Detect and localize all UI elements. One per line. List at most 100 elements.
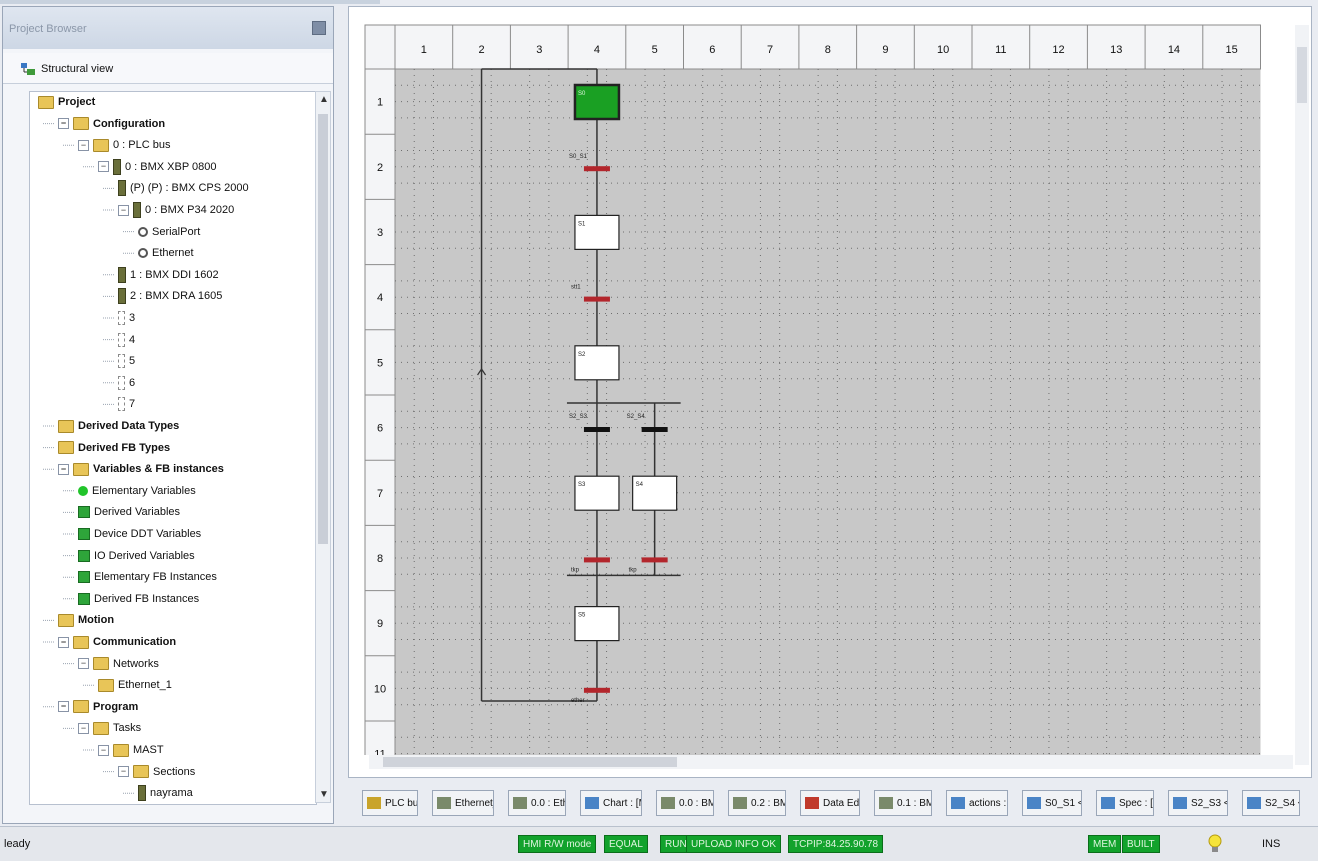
column-header: 15 — [1226, 44, 1238, 56]
tree-node[interactable]: 3 — [118, 308, 135, 328]
sfc-transition — [583, 427, 610, 432]
tree-node[interactable]: Motion — [58, 610, 114, 630]
slot-icon — [118, 375, 125, 390]
tree-node-label: 1 : BMX DDI 1602 — [130, 268, 219, 281]
editor-tab[interactable]: Data Ed... — [800, 790, 860, 816]
tree-node[interactable]: Elementary FB Instances — [78, 567, 217, 587]
vertical-scroll-thumb[interactable] — [1297, 47, 1307, 103]
column-header: 9 — [882, 44, 888, 56]
editor-tab[interactable]: Ethernet_1 — [432, 790, 494, 816]
tree-node[interactable]: − 0 : BMX P34 2020 — [118, 200, 234, 220]
chart-icon — [1027, 797, 1041, 809]
tree-node[interactable]: Elementary Variables — [78, 481, 196, 501]
tree-node[interactable]: SerialPort — [138, 222, 200, 242]
tree-node[interactable]: Ethernet — [138, 243, 194, 263]
tree-node[interactable]: Derived FB Instances — [78, 589, 199, 609]
tree-node-label: MAST — [133, 744, 164, 756]
scroll-up-icon[interactable]: ▲ — [319, 94, 329, 105]
folder-icon — [113, 743, 129, 757]
transition-label: S2_S3 — [569, 414, 588, 420]
collapse-toggle-icon[interactable]: − — [58, 118, 69, 130]
editor-tab[interactable]: 0.0 : BM... — [656, 790, 714, 816]
tree-node[interactable]: − Configuration — [58, 114, 165, 134]
collapse-toggle-icon[interactable]: − — [118, 204, 129, 216]
editor-tab[interactable]: S2_S3 <... — [1168, 790, 1228, 816]
collapse-toggle-icon[interactable]: − — [98, 744, 109, 756]
collapse-toggle-icon[interactable]: − — [58, 636, 69, 648]
collapse-toggle-icon[interactable]: − — [78, 139, 89, 151]
step-label: S5 — [578, 613, 586, 619]
module-icon — [118, 266, 126, 283]
network-icon — [437, 797, 451, 809]
tree-node[interactable]: IO Derived Variables — [78, 546, 195, 566]
collapse-toggle-icon[interactable]: − — [78, 722, 89, 734]
sfc-chart-editor[interactable]: 1 2 3 4 5 6 7 8 9 10 11 12 13 14 15 1 2 3 4 5 6 7 8 9 10 11 S0 S1 S2… — [348, 6, 1312, 778]
editor-tab[interactable]: Chart : [M... — [580, 790, 642, 816]
tree-node[interactable]: − Program — [58, 697, 138, 717]
tree-scroll-thumb[interactable] — [318, 114, 328, 544]
editor-tab[interactable]: S0_S1 <... — [1022, 790, 1082, 816]
horizontal-scroll-thumb[interactable] — [383, 757, 677, 767]
tree-node[interactable]: − Sections — [118, 762, 195, 782]
tree-node[interactable]: 6 — [118, 373, 135, 393]
editor-tab[interactable]: 0.2 : BM... — [728, 790, 786, 816]
tree-node[interactable]: nayrama — [138, 783, 193, 803]
step-label: S3 — [578, 482, 586, 488]
close-icon[interactable] — [312, 21, 326, 35]
tree-node[interactable]: (P) (P) : BMX CPS 2000 — [118, 178, 249, 198]
chart-icon — [1247, 797, 1261, 809]
folder-icon — [133, 765, 149, 779]
gbox-icon — [78, 506, 90, 519]
mem-badge: MEM — [1088, 835, 1122, 853]
editor-tab[interactable]: Spec : [... — [1096, 790, 1154, 816]
tree-node-label: Derived Data Types — [78, 420, 180, 432]
tree-node[interactable]: Derived Variables — [78, 502, 180, 522]
tree-node[interactable]: 1 : BMX DDI 1602 — [118, 265, 219, 285]
editor-tab[interactable]: PLC bus — [362, 790, 418, 816]
tree-node-label: Sections — [153, 765, 196, 778]
editor-tab[interactable]: actions :... — [946, 790, 1008, 816]
tree-node[interactable]: Derived Data Types — [58, 416, 179, 436]
sfc-chart-grid[interactable]: 1 2 3 4 5 6 7 8 9 10 11 12 13 14 151234567891011S0S1S2… — [349, 7, 1295, 755]
tree-node[interactable]: − Networks — [78, 654, 159, 674]
module-icon — [118, 180, 126, 197]
tree-node[interactable]: − MAST — [98, 740, 164, 760]
collapse-toggle-icon[interactable]: − — [58, 463, 69, 475]
folder-icon — [73, 117, 89, 131]
tree-scrollbar[interactable]: ▲ ▼ — [315, 91, 331, 803]
collapse-toggle-icon[interactable]: − — [58, 701, 69, 713]
gbox-icon — [78, 528, 90, 541]
folder-icon — [73, 462, 89, 476]
tree-node[interactable]: 4 — [118, 330, 135, 350]
tree-node[interactable]: 7 — [118, 394, 135, 414]
editor-tab[interactable]: 0.0 : Eth... — [508, 790, 566, 816]
editor-tab[interactable]: S2_S4 <... — [1242, 790, 1300, 816]
tree-node[interactable]: Ethernet_1 — [98, 675, 172, 695]
collapse-toggle-icon[interactable]: − — [78, 658, 89, 670]
row-header: 3 — [377, 227, 383, 239]
horizontal-scrollbar[interactable] — [369, 755, 1293, 769]
tree-node[interactable]: Project — [38, 92, 95, 112]
tree-node-label: 0 : BMX P34 2020 — [145, 204, 235, 216]
collapse-toggle-icon[interactable]: − — [98, 161, 109, 173]
scroll-down-icon[interactable]: ▼ — [319, 789, 329, 800]
tree-node-label: Elementary FB Instances — [94, 571, 217, 584]
tree-node[interactable]: 2 : BMX DRA 1605 — [118, 286, 222, 306]
tab-label: PLC bus — [385, 798, 418, 809]
tree-node[interactable]: − Variables & FB instances — [58, 459, 224, 479]
collapse-toggle-icon[interactable]: − — [118, 766, 129, 778]
tree-node[interactable]: Device DDT Variables — [78, 524, 201, 544]
project-browser-titlebar: Project Browser — [3, 7, 333, 49]
vertical-scrollbar[interactable] — [1295, 25, 1309, 765]
tree-node[interactable]: − Communication — [58, 632, 176, 652]
tree-node-label: Derived FB Types — [78, 441, 171, 454]
folder-icon — [93, 721, 109, 735]
tree-node[interactable]: − 0 : PLC bus — [78, 135, 170, 155]
editor-tab[interactable]: 0.1 : BM... — [874, 790, 932, 816]
structural-view-bar[interactable]: Structural view — [3, 53, 333, 84]
tree-node[interactable]: Derived FB Types — [58, 438, 170, 458]
tree-node[interactable]: − 0 : BMX XBP 0800 — [98, 157, 217, 177]
tree-node[interactable]: − Tasks — [78, 718, 141, 738]
tree-node[interactable]: 5 — [118, 351, 135, 371]
bus-icon — [93, 138, 109, 152]
